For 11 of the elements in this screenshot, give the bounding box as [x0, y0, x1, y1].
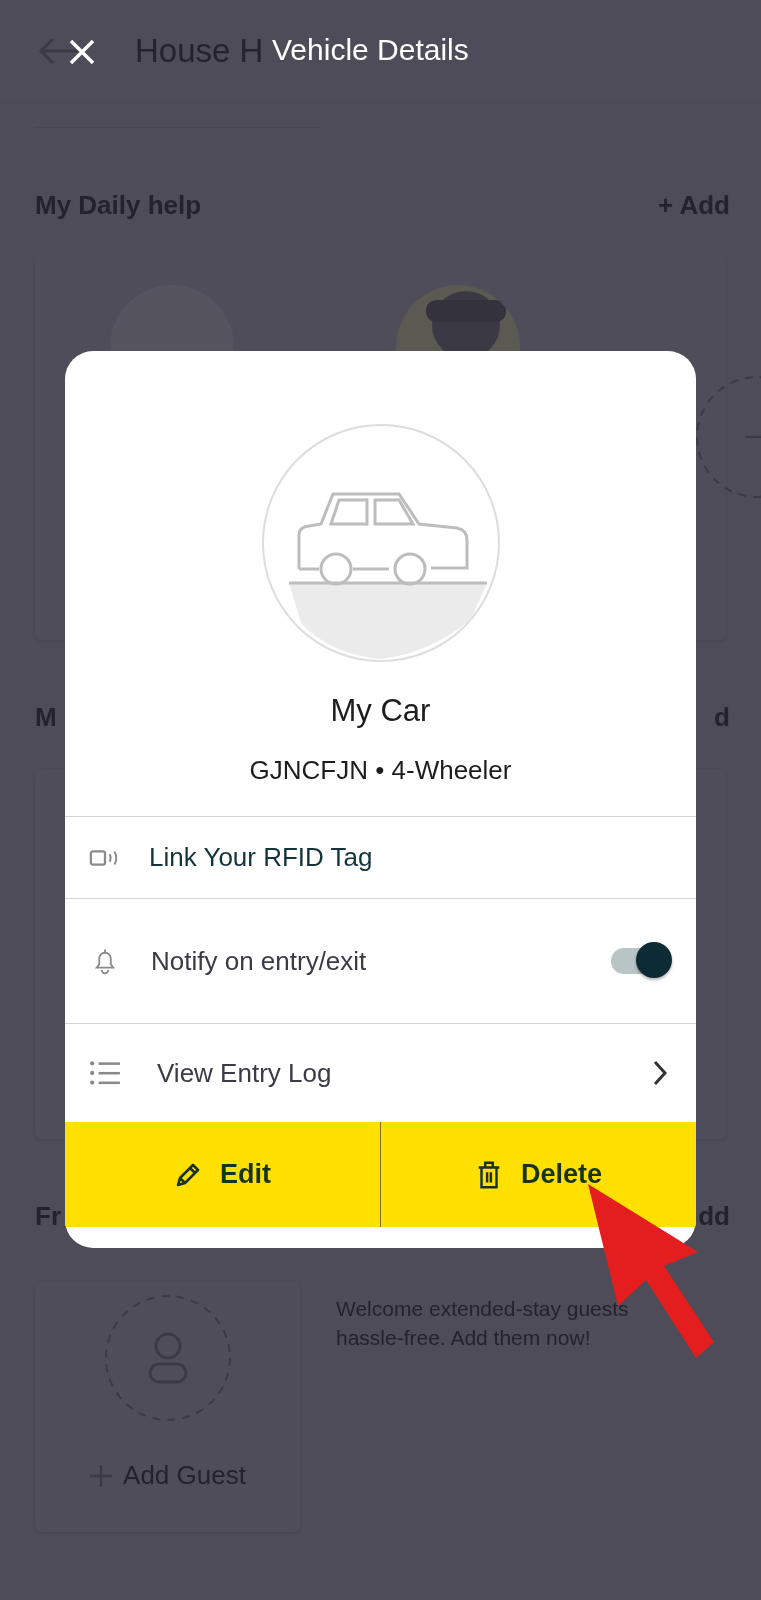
- dialog-title: Vehicle Details: [272, 33, 469, 67]
- back-arrow-icon[interactable]: [37, 36, 81, 66]
- vehicle-name: My Car: [329, 693, 432, 729]
- close-icon[interactable]: [68, 38, 96, 66]
- delete-button[interactable]: Delete: [380, 1122, 696, 1227]
- entry-log-item[interactable]: View Entry Log: [157, 1057, 332, 1089]
- rfid-link[interactable]: Link Your RFID Tag: [149, 842, 373, 873]
- list-icon: [89, 1059, 121, 1087]
- chevron-icon: [652, 1059, 668, 1087]
- notify-label: Notify on entry/exit: [151, 945, 367, 977]
- vehicle-details: GJNCFJN • 4-Wheeler: [65, 755, 696, 817]
